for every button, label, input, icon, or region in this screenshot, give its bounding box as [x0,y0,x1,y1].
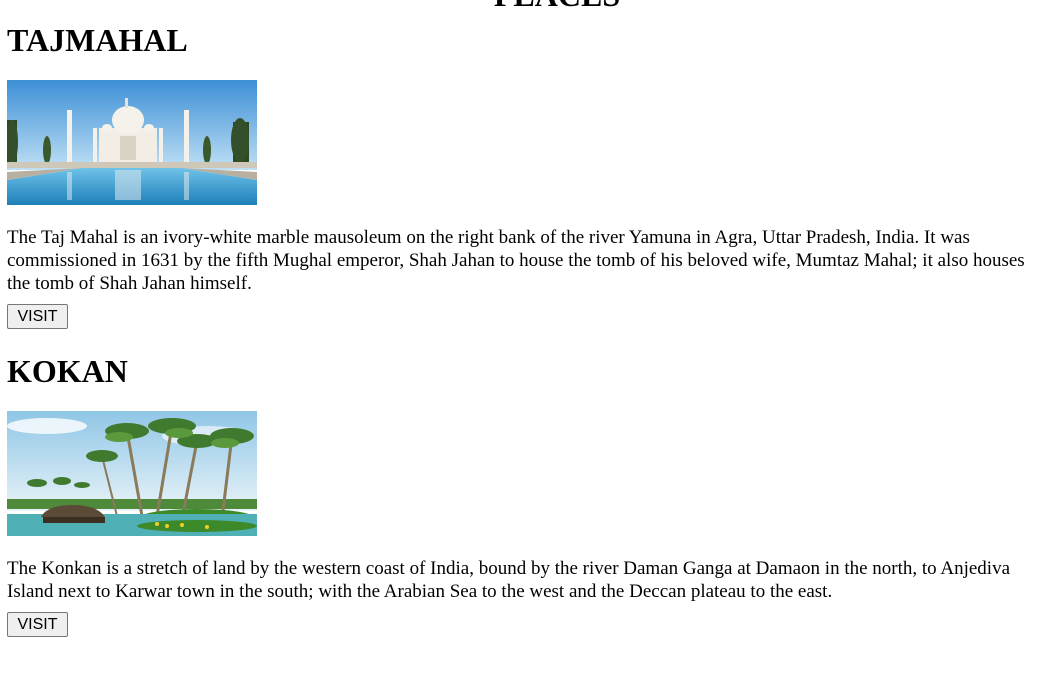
place-title: TAJMAHAL [7,22,188,58]
place-tajmahal: TAJMAHAL The Taj Mahal is an ivory-white… [7,22,1037,329]
page-title: PLACES [7,0,1037,8]
konkan-image [7,411,257,536]
place-description: The Taj Mahal is an ivory-white marble m… [7,227,1025,294]
place-description: The Konkan is a stretch of land by the w… [7,558,1011,602]
visit-button[interactable]: VISIT [7,304,68,329]
place-kokan: KOKAN The Konkan is a stretch of land by… [7,353,1037,637]
visit-button[interactable]: VISIT [7,612,68,637]
page-container: PLACES TAJMAHAL [7,0,1037,637]
place-title: KOKAN [7,353,128,389]
taj-mahal-image [7,80,257,205]
